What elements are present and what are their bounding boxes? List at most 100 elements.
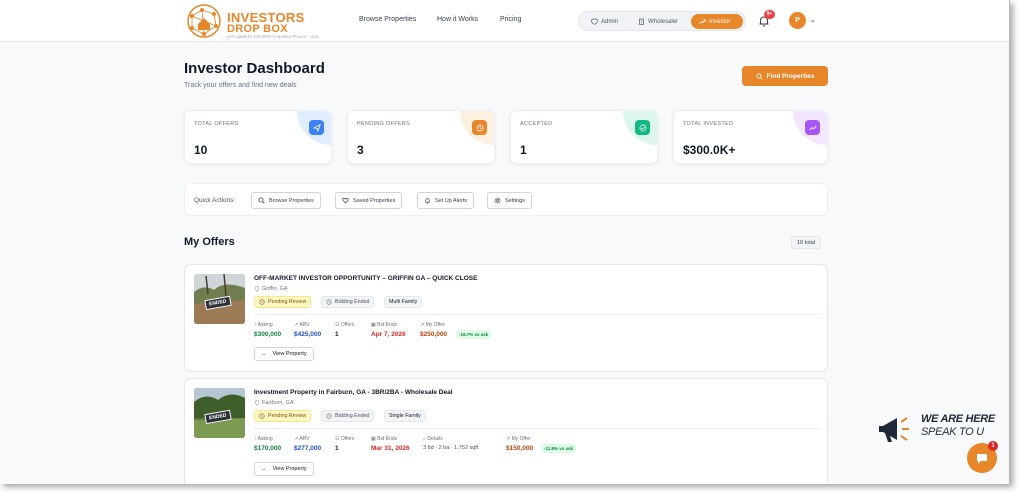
metric-label-details: ⌂ Details [423, 436, 443, 442]
bell-icon [425, 198, 430, 204]
metric-label-my-offer: ↗ My Offer [420, 322, 445, 328]
chat-unread-badge: 1 [988, 441, 998, 451]
stat-card-total-invested: TOTAL INVESTED $300.0K+ [673, 110, 828, 164]
role-label: Wholesaler [648, 18, 679, 25]
heart-icon [342, 197, 349, 204]
property-image[interactable]: ENDED [194, 274, 245, 324]
metric-label-offers: ☷ Offers [335, 436, 355, 442]
status-badge: Pending Review [254, 296, 312, 308]
property-type-badge: Single Family [384, 410, 426, 422]
page-title: Investor Dashboard [184, 60, 325, 77]
role-admin-button[interactable]: Admin [583, 14, 626, 29]
stat-value: 1 [520, 143, 527, 157]
arrow-right-icon: → [261, 351, 267, 357]
chat-promo-line2[interactable]: SPEAK TO U [921, 426, 984, 438]
metric-label-asking: ↑ Asking [254, 322, 273, 328]
clock-icon [326, 413, 332, 419]
trend-up-icon [699, 19, 706, 24]
role-label: Admin [601, 18, 619, 25]
quick-action-saved-properties[interactable]: Saved Properties [335, 192, 403, 209]
find-properties-button[interactable]: Find Properties [742, 66, 828, 86]
arrow-right-icon: → [261, 466, 267, 472]
quick-action-label: Browse Properties [269, 197, 314, 204]
building-icon [639, 18, 644, 25]
stat-label: PENDING OFFERS [357, 121, 411, 127]
quick-action-set-up-alerts[interactable]: Set Up Alerts [417, 192, 475, 209]
stat-card-pending-offers: PENDING OFFERS 3 [347, 110, 495, 164]
view-property-label: View Property [272, 351, 307, 357]
location-text: Griffin, GA [262, 286, 288, 292]
offer-title[interactable]: OFF-MARKET INVESTOR OPPORTUNITY – GRIFFI… [254, 275, 477, 282]
stat-card-accepted: ACCEPTED 1 [510, 110, 658, 164]
shield-icon [591, 18, 598, 25]
chat-promo-line1[interactable]: WE ARE HERE [921, 413, 995, 425]
page-subtitle: Track your offers and find new deals [184, 82, 297, 89]
logo-network-icon [187, 4, 221, 38]
role-wholesaler-button[interactable]: Wholesaler [630, 14, 686, 29]
property-type-text: Multi Family [389, 299, 418, 305]
metric-value-bid-ends: Apr 7, 2026 [371, 331, 406, 338]
view-property-button[interactable]: → View Property [254, 347, 314, 361]
quick-action-label: Set Up Alerts [435, 197, 468, 204]
offer-delta-badge: -16.7% vs ask [456, 330, 492, 339]
trend-up-icon [805, 120, 820, 135]
stat-card-total-offers: TOTAL OFFERS 10 [184, 110, 332, 164]
metric-value-offers: 1 [335, 331, 339, 338]
divider [254, 314, 820, 315]
gear-icon [494, 197, 501, 204]
status-badge: Pending Review [254, 410, 312, 422]
send-icon [309, 120, 324, 135]
clock-icon [472, 120, 487, 135]
metric-label-bid-ends: ▦ Bid Ends [371, 436, 398, 442]
chevron-down-icon[interactable]: ⌄ [810, 16, 816, 24]
quick-action-label: Settings [505, 197, 525, 204]
divider [254, 428, 820, 429]
quick-actions-label: Quick Actions: [194, 197, 236, 204]
nav-pricing[interactable]: Pricing [500, 16, 521, 23]
chat-bubble-icon [977, 454, 987, 464]
stat-value: 10 [194, 143, 208, 157]
clock-icon [259, 413, 265, 419]
map-pin-icon [254, 400, 260, 406]
stat-label: TOTAL OFFERS [194, 121, 239, 127]
property-image[interactable]: ENDED [194, 388, 245, 438]
clock-icon [326, 299, 332, 305]
offers-total-badge: 10 total [791, 236, 822, 249]
view-property-button[interactable]: → View Property [254, 462, 314, 476]
metric-label-arv: ↗ ARV [294, 436, 310, 442]
role-label: Investor [709, 18, 731, 25]
stat-label: TOTAL INVESTED [683, 121, 734, 127]
property-type-text: Single Family [389, 413, 421, 419]
metric-value-bid-ends: Mar 31, 2026 [371, 445, 410, 452]
find-properties-label: Find Properties [766, 72, 815, 80]
location-text: Fairburn, GA [262, 400, 294, 406]
role-investor-button[interactable]: Investor [691, 14, 743, 29]
metric-value-my-offer: $150,000 [506, 445, 534, 452]
metric-value-details: 3 bd · 2 ba · 1,752 sqft [423, 445, 479, 451]
metric-label-offers: ☷ Offers [335, 322, 355, 328]
logo[interactable]: INVESTORS DROP BOX OFF-MARKET PROPERTY M… [184, 2, 319, 40]
nav-browse-properties[interactable]: Browse Properties [359, 16, 416, 23]
top-navbar: INVESTORS DROP BOX OFF-MARKET PROPERTY M… [0, 0, 1009, 42]
clock-icon [259, 299, 265, 305]
stat-label: ACCEPTED [520, 121, 553, 127]
offer-title[interactable]: Investment Property in Fairburn, GA - 3B… [254, 389, 453, 396]
bidding-text: Bidding Ended [335, 299, 370, 305]
map-pin-icon [254, 286, 260, 292]
nav-how-it-works[interactable]: How it Works [437, 16, 478, 23]
search-icon [756, 72, 763, 80]
offer-location: Griffin, GA [254, 286, 288, 292]
megaphone-icon[interactable] [877, 412, 919, 448]
quick-action-settings[interactable]: Settings [487, 192, 532, 209]
quick-action-browse-properties[interactable]: Browse Properties [251, 192, 321, 209]
notification-badge: 9+ [764, 10, 775, 19]
avatar[interactable]: P [789, 12, 806, 29]
metric-value-offers: 1 [335, 445, 339, 452]
metric-label-arv: ↗ ARV [294, 322, 310, 328]
offer-card: ENDED OFF-MARKET INVESTOR OPPORTUNITY – … [184, 264, 828, 372]
status-text: Pending Review [268, 413, 307, 419]
stat-value: $300.0K+ [683, 143, 736, 157]
offer-card: ENDED Investment Property in Fairburn, G… [184, 378, 828, 484]
search-icon [258, 197, 265, 204]
metric-value-asking: $170,000 [254, 445, 282, 452]
